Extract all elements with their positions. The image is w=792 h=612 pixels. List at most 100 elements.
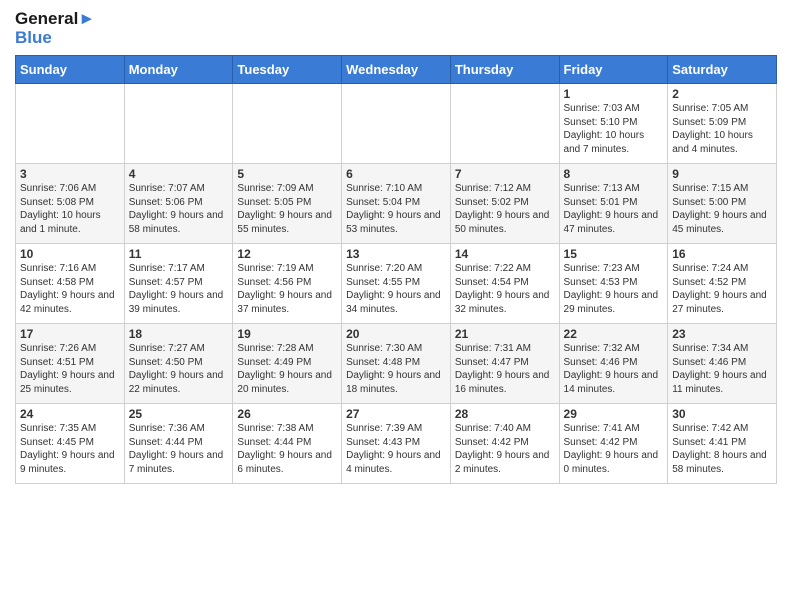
calendar-day-cell: 26Sunrise: 7:38 AM Sunset: 4:44 PM Dayli… <box>233 404 342 484</box>
day-info: Sunrise: 7:34 AM Sunset: 4:46 PM Dayligh… <box>672 342 772 396</box>
day-info: Sunrise: 7:17 AM Sunset: 4:57 PM Dayligh… <box>129 262 229 316</box>
day-number: 4 <box>129 167 229 181</box>
day-info: Sunrise: 7:23 AM Sunset: 4:53 PM Dayligh… <box>564 262 664 316</box>
weekday-header-cell: Wednesday <box>342 56 451 84</box>
calendar-body: 1Sunrise: 7:03 AM Sunset: 5:10 PM Daylig… <box>16 84 777 484</box>
calendar-day-cell: 17Sunrise: 7:26 AM Sunset: 4:51 PM Dayli… <box>16 324 125 404</box>
calendar-week-row: 24Sunrise: 7:35 AM Sunset: 4:45 PM Dayli… <box>16 404 777 484</box>
day-info: Sunrise: 7:30 AM Sunset: 4:48 PM Dayligh… <box>346 342 446 396</box>
day-number: 6 <box>346 167 446 181</box>
day-number: 15 <box>564 247 664 261</box>
day-number: 14 <box>455 247 555 261</box>
calendar-day-cell: 11Sunrise: 7:17 AM Sunset: 4:57 PM Dayli… <box>124 244 233 324</box>
calendar-day-cell: 3Sunrise: 7:06 AM Sunset: 5:08 PM Daylig… <box>16 164 125 244</box>
day-number: 29 <box>564 407 664 421</box>
day-number: 12 <box>237 247 337 261</box>
day-number: 1 <box>564 87 664 101</box>
calendar-table: SundayMondayTuesdayWednesdayThursdayFrid… <box>15 55 777 484</box>
day-number: 9 <box>672 167 772 181</box>
day-number: 25 <box>129 407 229 421</box>
day-info: Sunrise: 7:05 AM Sunset: 5:09 PM Dayligh… <box>672 102 772 156</box>
day-number: 5 <box>237 167 337 181</box>
calendar-day-cell: 15Sunrise: 7:23 AM Sunset: 4:53 PM Dayli… <box>559 244 668 324</box>
logo-wordmark: General►Blue <box>15 10 95 47</box>
day-number: 2 <box>672 87 772 101</box>
day-number: 3 <box>20 167 120 181</box>
calendar-day-cell: 27Sunrise: 7:39 AM Sunset: 4:43 PM Dayli… <box>342 404 451 484</box>
calendar-day-cell <box>16 84 125 164</box>
calendar-day-cell: 1Sunrise: 7:03 AM Sunset: 5:10 PM Daylig… <box>559 84 668 164</box>
day-number: 30 <box>672 407 772 421</box>
day-info: Sunrise: 7:22 AM Sunset: 4:54 PM Dayligh… <box>455 262 555 316</box>
day-info: Sunrise: 7:40 AM Sunset: 4:42 PM Dayligh… <box>455 422 555 476</box>
day-info: Sunrise: 7:39 AM Sunset: 4:43 PM Dayligh… <box>346 422 446 476</box>
calendar-week-row: 17Sunrise: 7:26 AM Sunset: 4:51 PM Dayli… <box>16 324 777 404</box>
calendar-day-cell: 18Sunrise: 7:27 AM Sunset: 4:50 PM Dayli… <box>124 324 233 404</box>
day-number: 23 <box>672 327 772 341</box>
calendar-week-row: 1Sunrise: 7:03 AM Sunset: 5:10 PM Daylig… <box>16 84 777 164</box>
page-container: General►Blue SundayMondayTuesdayWednesda… <box>0 0 792 494</box>
day-number: 27 <box>346 407 446 421</box>
day-info: Sunrise: 7:16 AM Sunset: 4:58 PM Dayligh… <box>20 262 120 316</box>
logo: General►Blue <box>15 10 95 47</box>
day-number: 17 <box>20 327 120 341</box>
day-info: Sunrise: 7:20 AM Sunset: 4:55 PM Dayligh… <box>346 262 446 316</box>
page-header: General►Blue <box>15 10 777 47</box>
weekday-header-row: SundayMondayTuesdayWednesdayThursdayFrid… <box>16 56 777 84</box>
day-number: 22 <box>564 327 664 341</box>
calendar-day-cell: 13Sunrise: 7:20 AM Sunset: 4:55 PM Dayli… <box>342 244 451 324</box>
calendar-day-cell: 8Sunrise: 7:13 AM Sunset: 5:01 PM Daylig… <box>559 164 668 244</box>
day-number: 18 <box>129 327 229 341</box>
day-info: Sunrise: 7:07 AM Sunset: 5:06 PM Dayligh… <box>129 182 229 236</box>
calendar-day-cell: 12Sunrise: 7:19 AM Sunset: 4:56 PM Dayli… <box>233 244 342 324</box>
day-info: Sunrise: 7:31 AM Sunset: 4:47 PM Dayligh… <box>455 342 555 396</box>
day-number: 28 <box>455 407 555 421</box>
calendar-day-cell: 7Sunrise: 7:12 AM Sunset: 5:02 PM Daylig… <box>450 164 559 244</box>
calendar-day-cell <box>124 84 233 164</box>
day-info: Sunrise: 7:26 AM Sunset: 4:51 PM Dayligh… <box>20 342 120 396</box>
day-info: Sunrise: 7:09 AM Sunset: 5:05 PM Dayligh… <box>237 182 337 236</box>
calendar-week-row: 10Sunrise: 7:16 AM Sunset: 4:58 PM Dayli… <box>16 244 777 324</box>
day-info: Sunrise: 7:12 AM Sunset: 5:02 PM Dayligh… <box>455 182 555 236</box>
day-number: 10 <box>20 247 120 261</box>
calendar-day-cell: 9Sunrise: 7:15 AM Sunset: 5:00 PM Daylig… <box>668 164 777 244</box>
day-info: Sunrise: 7:42 AM Sunset: 4:41 PM Dayligh… <box>672 422 772 476</box>
weekday-header-cell: Tuesday <box>233 56 342 84</box>
day-number: 16 <box>672 247 772 261</box>
calendar-day-cell: 21Sunrise: 7:31 AM Sunset: 4:47 PM Dayli… <box>450 324 559 404</box>
day-info: Sunrise: 7:19 AM Sunset: 4:56 PM Dayligh… <box>237 262 337 316</box>
weekday-header-cell: Thursday <box>450 56 559 84</box>
calendar-day-cell: 6Sunrise: 7:10 AM Sunset: 5:04 PM Daylig… <box>342 164 451 244</box>
day-number: 7 <box>455 167 555 181</box>
day-info: Sunrise: 7:24 AM Sunset: 4:52 PM Dayligh… <box>672 262 772 316</box>
day-number: 13 <box>346 247 446 261</box>
day-info: Sunrise: 7:35 AM Sunset: 4:45 PM Dayligh… <box>20 422 120 476</box>
day-number: 11 <box>129 247 229 261</box>
calendar-day-cell <box>233 84 342 164</box>
calendar-day-cell: 5Sunrise: 7:09 AM Sunset: 5:05 PM Daylig… <box>233 164 342 244</box>
day-number: 8 <box>564 167 664 181</box>
day-info: Sunrise: 7:36 AM Sunset: 4:44 PM Dayligh… <box>129 422 229 476</box>
day-info: Sunrise: 7:28 AM Sunset: 4:49 PM Dayligh… <box>237 342 337 396</box>
calendar-day-cell: 14Sunrise: 7:22 AM Sunset: 4:54 PM Dayli… <box>450 244 559 324</box>
day-number: 24 <box>20 407 120 421</box>
calendar-day-cell: 22Sunrise: 7:32 AM Sunset: 4:46 PM Dayli… <box>559 324 668 404</box>
calendar-week-row: 3Sunrise: 7:06 AM Sunset: 5:08 PM Daylig… <box>16 164 777 244</box>
day-info: Sunrise: 7:27 AM Sunset: 4:50 PM Dayligh… <box>129 342 229 396</box>
calendar-day-cell: 30Sunrise: 7:42 AM Sunset: 4:41 PM Dayli… <box>668 404 777 484</box>
calendar-day-cell: 20Sunrise: 7:30 AM Sunset: 4:48 PM Dayli… <box>342 324 451 404</box>
weekday-header-cell: Saturday <box>668 56 777 84</box>
day-number: 19 <box>237 327 337 341</box>
day-info: Sunrise: 7:38 AM Sunset: 4:44 PM Dayligh… <box>237 422 337 476</box>
day-info: Sunrise: 7:15 AM Sunset: 5:00 PM Dayligh… <box>672 182 772 236</box>
day-info: Sunrise: 7:03 AM Sunset: 5:10 PM Dayligh… <box>564 102 664 156</box>
day-info: Sunrise: 7:06 AM Sunset: 5:08 PM Dayligh… <box>20 182 120 236</box>
weekday-header-cell: Friday <box>559 56 668 84</box>
calendar-day-cell: 24Sunrise: 7:35 AM Sunset: 4:45 PM Dayli… <box>16 404 125 484</box>
calendar-day-cell: 19Sunrise: 7:28 AM Sunset: 4:49 PM Dayli… <box>233 324 342 404</box>
day-info: Sunrise: 7:32 AM Sunset: 4:46 PM Dayligh… <box>564 342 664 396</box>
calendar-day-cell: 2Sunrise: 7:05 AM Sunset: 5:09 PM Daylig… <box>668 84 777 164</box>
calendar-day-cell: 10Sunrise: 7:16 AM Sunset: 4:58 PM Dayli… <box>16 244 125 324</box>
day-number: 26 <box>237 407 337 421</box>
calendar-day-cell: 28Sunrise: 7:40 AM Sunset: 4:42 PM Dayli… <box>450 404 559 484</box>
